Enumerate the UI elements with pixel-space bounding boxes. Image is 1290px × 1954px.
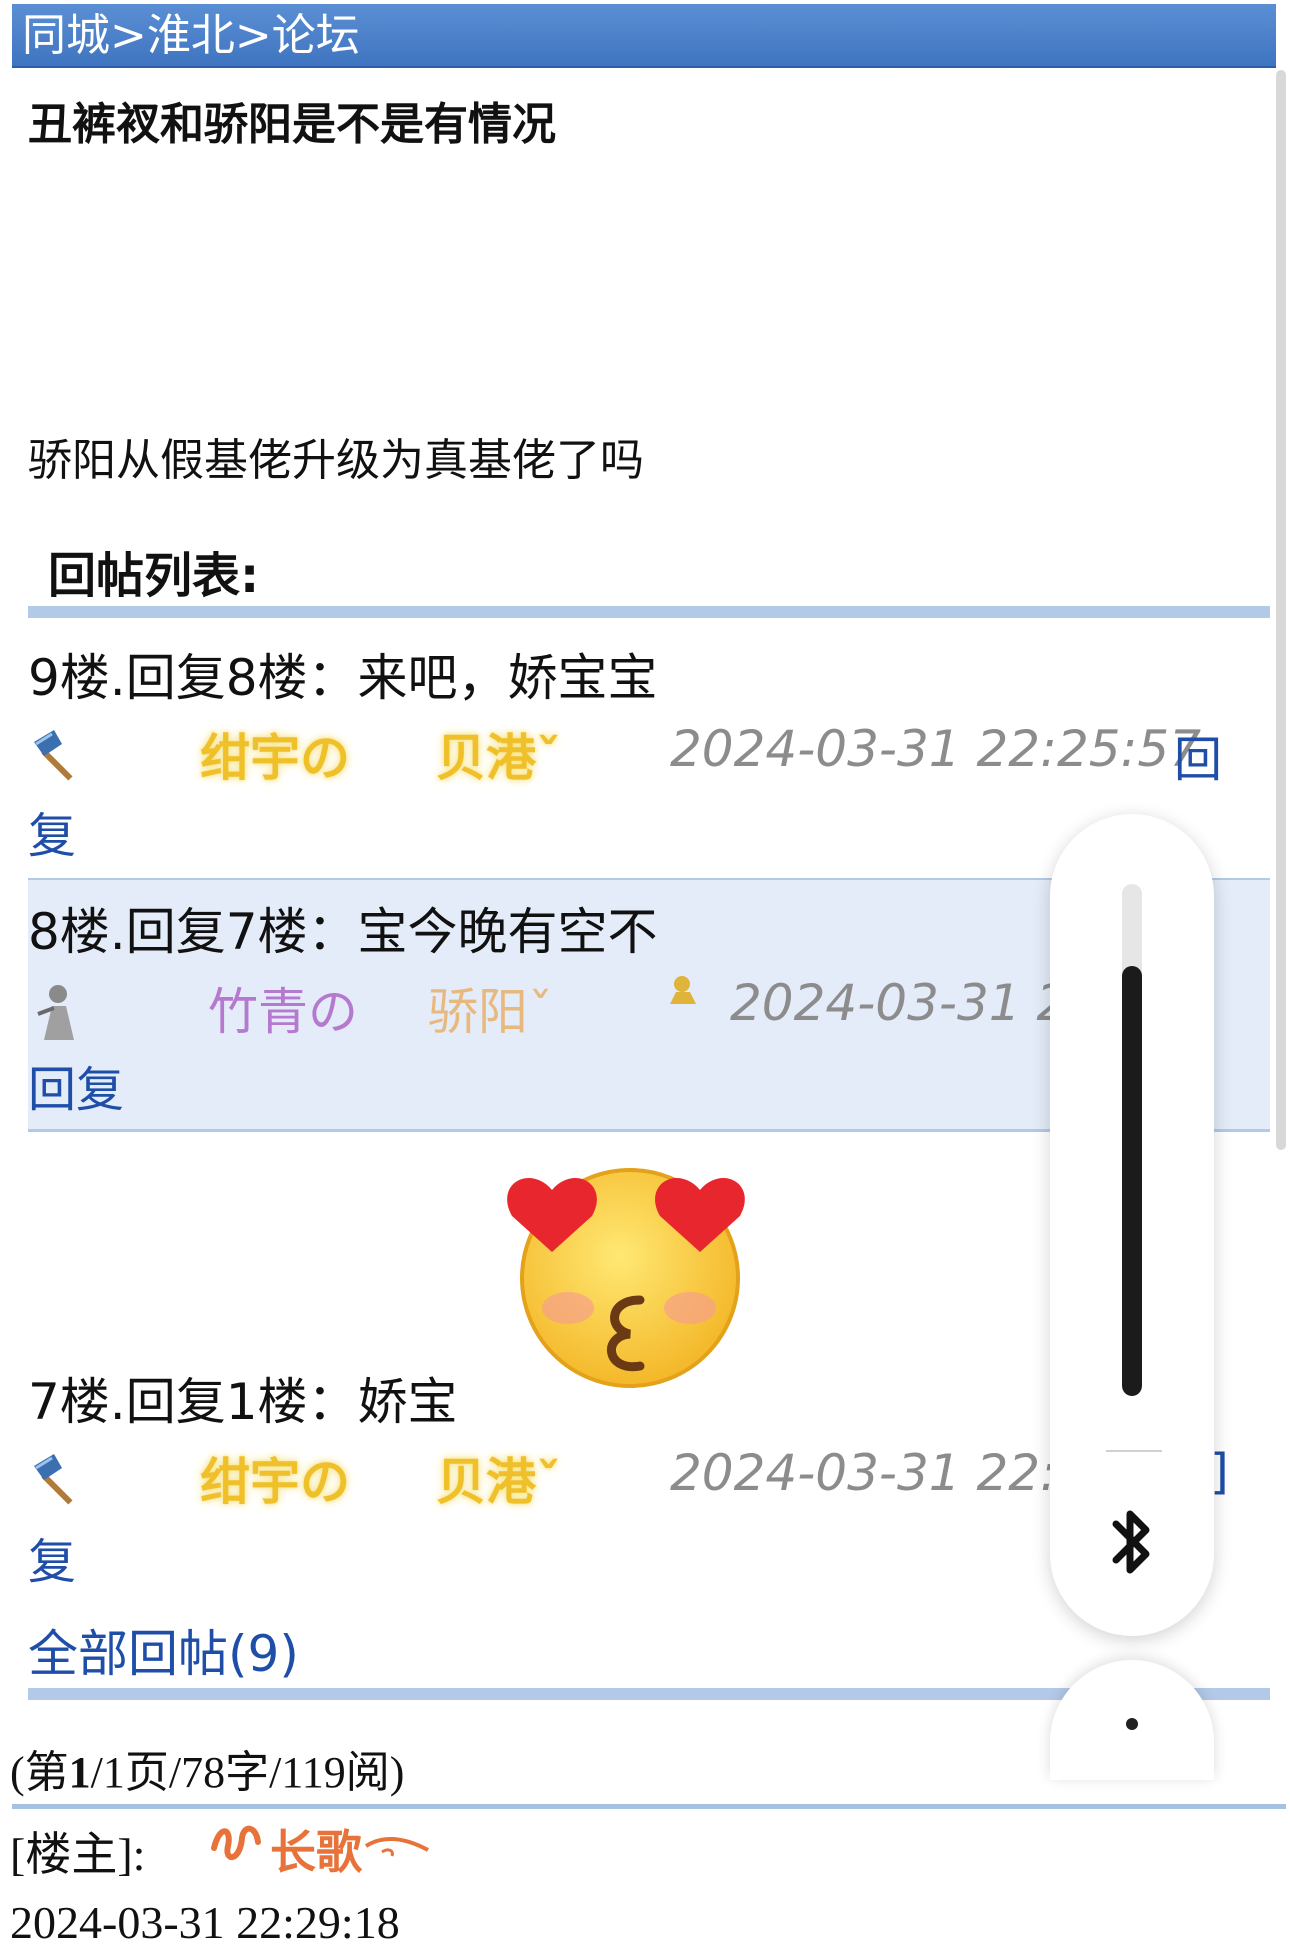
divider: [1106, 1450, 1162, 1452]
axe-icon: [28, 726, 90, 782]
all-replies-link[interactable]: 全部回帖(9): [28, 1614, 299, 1686]
reply-meta: 绀宇の 贝港ˇ 2024-03-31 22:25:57 回: [28, 718, 1270, 788]
username[interactable]: 绀宇の: [200, 718, 350, 790]
breadcrumb-link-city[interactable]: 同城: [22, 10, 110, 61]
breadcrumb: 同城>淮北>论坛: [12, 4, 1276, 68]
volume-level: [1122, 965, 1142, 1396]
owner-label: [楼主]:: [10, 1829, 146, 1880]
volume-slider[interactable]: [1122, 884, 1142, 1396]
axe-icon: [28, 1450, 90, 1506]
page-scrollbar[interactable]: [1276, 70, 1286, 1150]
reply-button[interactable]: 复: [28, 1522, 76, 1592]
username[interactable]: 绀宇の: [200, 1442, 350, 1514]
replies-heading: 回帖列表:: [48, 548, 260, 604]
reply-timestamp: 2024-03-31 22: [730, 974, 1101, 1032]
signature-tail-icon: [362, 1825, 432, 1879]
reply-timestamp: 2024-03-31 22:25:57: [670, 720, 1202, 778]
reply-button[interactable]: 回: [1174, 720, 1222, 790]
reply-timestamp: 2024-03-31 22:1: [670, 1444, 1089, 1502]
reply-text: 7楼.回复1楼：娇宝: [28, 1373, 458, 1431]
signature-ornament-icon: [210, 1818, 270, 1879]
divider: [28, 606, 1270, 618]
owner-name[interactable]: 长歌: [210, 1816, 432, 1882]
user-badge-icon: [668, 974, 700, 1006]
owner-timestamp: 2024-03-31 22:29:18: [10, 1897, 400, 1948]
reply-button[interactable]: 复: [28, 796, 76, 866]
post-title: 丑裤衩和骄阳是不是有情况: [28, 99, 556, 150]
volume-panel: [1050, 814, 1214, 1636]
post-body: 骄阳从假基佬升级为真基佬了吗: [28, 435, 644, 486]
volume-panel-secondary[interactable]: [1050, 1660, 1214, 1780]
reply-button[interactable]: 回复: [28, 1050, 124, 1120]
page-info: (第1/1页/78字/119阅): [10, 1736, 404, 1800]
username[interactable]: 贝港ˇ: [436, 1442, 561, 1514]
page-info-prefix: (第: [10, 1748, 69, 1797]
username[interactable]: 贝港ˇ: [436, 718, 561, 790]
breadcrumb-separator: >: [234, 10, 272, 61]
bluetooth-icon[interactable]: [1102, 1504, 1162, 1580]
dot-icon: [1126, 1718, 1138, 1730]
divider: [12, 1804, 1286, 1809]
page-info-current: 1: [68, 1748, 91, 1797]
owner-name-text: 长歌: [270, 1825, 362, 1879]
username[interactable]: 竹青の: [208, 972, 358, 1044]
figure-icon: [28, 980, 90, 1040]
page-info-rest: /1页/78字/119阅): [90, 1748, 405, 1797]
breadcrumb-link-forum[interactable]: 论坛: [272, 10, 360, 61]
username[interactable]: 骄阳ˇ: [428, 972, 553, 1044]
breadcrumb-separator: >: [110, 10, 147, 61]
breadcrumb-link-huaibei[interactable]: 淮北: [147, 10, 235, 61]
reply-text: 9楼.回复8楼：来吧，娇宝宝: [28, 649, 658, 707]
reply-text: 8楼.回复7楼：宝今晚有空不: [28, 903, 658, 961]
